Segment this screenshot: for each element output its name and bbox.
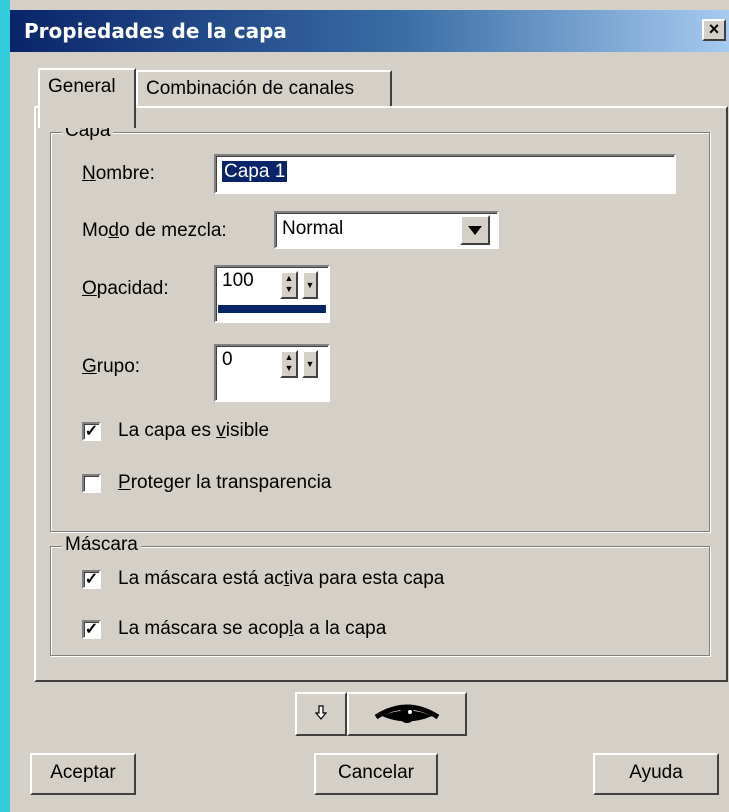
left-edge [0, 0, 10, 812]
spin-up-icon: ▲ [284, 352, 294, 362]
mascara-activa-checkbox[interactable]: ✓ [82, 570, 101, 589]
opacidad-spin-button[interactable]: ▲ ▼ [280, 271, 298, 299]
eye-button[interactable] [347, 692, 467, 736]
modo-mezcla-label: Modo de mezcla: [82, 220, 227, 241]
tab-general[interactable]: General [38, 68, 136, 128]
check-icon: ✓ [84, 571, 99, 588]
chevron-down-icon [468, 226, 482, 235]
opacidad-slider-button[interactable]: ▼ [302, 271, 318, 299]
aceptar-label: Aceptar [50, 762, 116, 783]
grupo-spinbox[interactable]: 0 ▲ ▼ ▼ [214, 344, 330, 402]
grupo-slider-button[interactable]: ▼ [302, 350, 318, 378]
modo-mezcla-select[interactable]: Normal [274, 211, 499, 249]
mascara-acopla-label: La máscara se acopla a la capa [118, 618, 387, 639]
tab-combinacion-label: Combinación de canales [146, 78, 355, 99]
mascara-activa-label: La máscara está activa para esta capa [118, 568, 445, 589]
ayuda-button[interactable]: Ayuda [593, 753, 719, 795]
close-icon: × [708, 19, 720, 39]
modo-mezcla-dropdown-button[interactable] [460, 215, 490, 245]
spin-down-icon: ▼ [284, 284, 294, 294]
nombre-input[interactable]: Capa 1 [214, 154, 676, 194]
nombre-value: Capa 1 [222, 161, 288, 182]
arrow-button[interactable] [295, 692, 347, 736]
cancelar-label: Cancelar [337, 762, 415, 783]
window-title: Propiedades de la capa [24, 19, 287, 43]
cancelar-button[interactable]: Cancelar [314, 753, 438, 795]
aceptar-button[interactable]: Aceptar [30, 753, 136, 795]
proteger-checkbox[interactable] [82, 474, 101, 493]
spin-up-icon: ▲ [284, 273, 294, 283]
opacidad-value: 100 [222, 270, 254, 291]
opacidad-label: Opacidad: [82, 278, 169, 299]
arrow-down-icon [314, 705, 328, 720]
mascara-acopla-checkbox[interactable]: ✓ [82, 620, 101, 639]
modo-mezcla-value: Normal [282, 218, 344, 239]
slider-arrow-icon: ▼ [305, 280, 315, 290]
mascara-legend: Máscara [62, 534, 141, 556]
opacidad-spinbox[interactable]: 100 ▲ ▼ ▼ [214, 265, 330, 323]
tab-general-label: General [48, 76, 116, 97]
grupo-spin-button[interactable]: ▲ ▼ [280, 350, 298, 378]
check-icon: ✓ [84, 621, 99, 638]
tab-combinacion-canales[interactable]: Combinación de canales [136, 70, 392, 110]
ayuda-label: Ayuda [629, 762, 683, 783]
eye-icon [374, 704, 440, 723]
grupo-label: Grupo: [82, 356, 141, 377]
spin-down-icon: ▼ [284, 363, 294, 373]
close-button[interactable]: × [702, 19, 726, 41]
visible-label: La capa es visible [118, 420, 270, 441]
opacidad-bar [218, 305, 326, 313]
tab-panel: Capa Nombre: Capa 1 Modo de mezcla: Norm… [34, 106, 728, 682]
title-bar: Propiedades de la capa × [10, 10, 729, 52]
check-icon: ✓ [84, 423, 99, 440]
visible-checkbox[interactable]: ✓ [82, 422, 101, 441]
nombre-label: Nombre: [82, 163, 155, 184]
grupo-value: 0 [222, 349, 233, 370]
slider-arrow-icon: ▼ [305, 359, 315, 369]
proteger-label: Proteger la transparencia [118, 472, 332, 493]
